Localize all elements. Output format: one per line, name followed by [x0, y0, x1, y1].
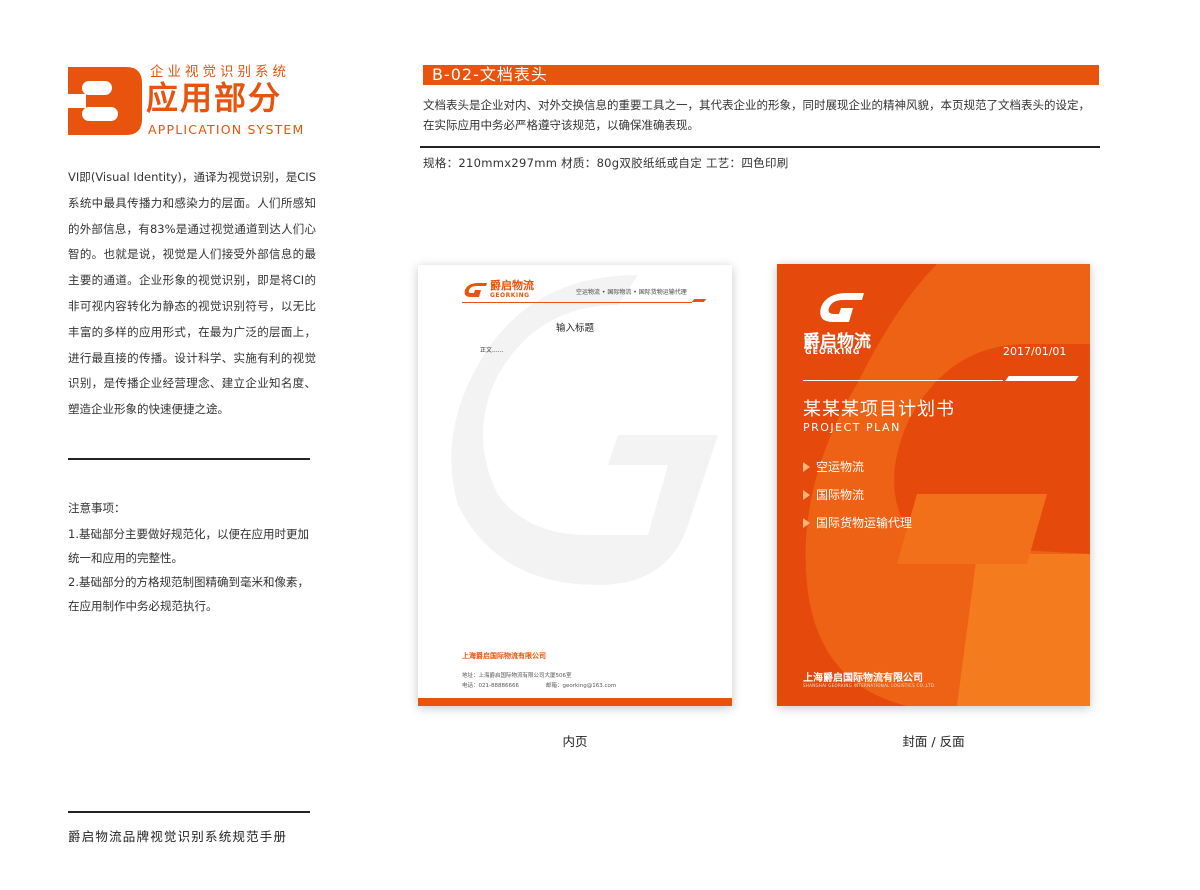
brand-name: 爵启物流: [490, 279, 534, 292]
spec-line: 规格：210mmx297mm 材质：80g双胶纸纸或自定 工艺：四色印刷: [423, 156, 789, 170]
header-subtitle: 企业视觉识别系统: [150, 64, 290, 80]
cover-caption: 封面 / 反面: [902, 734, 965, 749]
header-rule-accent: [691, 299, 707, 302]
cover-title: 某某某项目计划书: [803, 399, 955, 420]
cover-list-item: 国际物流: [803, 486, 864, 503]
cover-company-name: 上海爵启国际物流有限公司: [803, 673, 923, 684]
header-title: 应用部分: [146, 79, 283, 117]
inner-page-mockup: 爵启物流 GEORKING 空运物流 • 国际物流 • 国际货物运输代理 输入标…: [418, 265, 732, 706]
cover-mockup: 爵启物流 GEORKING 2017/01/01 某某某项目计划书 PROJEC…: [777, 264, 1090, 706]
intro-text: VI即(Visual Identity)，通译为视觉识别，是CIS系统中最具传播…: [68, 170, 316, 417]
cover-list-item: 空运物流: [803, 458, 864, 475]
header-rule: [462, 302, 692, 303]
footer-text: 爵启物流品牌视觉识别系统规范手册: [68, 829, 288, 844]
cover-list-item-label: 国际货物运输代理: [816, 516, 913, 530]
cover-title-en: PROJECT PLAN: [803, 421, 901, 434]
cover-rule: [803, 380, 1003, 381]
company-tel: 电话：021-88886666: [462, 683, 519, 689]
divider: [68, 458, 310, 460]
note-item: 1.基础部分主要做好规范化，以便在应用时更加统一和应用的完整性。: [68, 527, 309, 565]
cover-date: 2017/01/01: [1003, 345, 1067, 358]
cover-company-name-en: SHANGHAI GEORKING INTERNATIONAL LOGISTIC…: [803, 683, 936, 688]
company-email: 邮箱：georking@163.com: [546, 683, 617, 689]
company-address: 地址：上海爵启国际物流有限公司大厦506室: [462, 673, 572, 679]
doc-body: 正文......: [480, 347, 504, 354]
cover-rule-accent: [1005, 376, 1079, 381]
triangle-bullet-icon: [803, 518, 810, 528]
notes-title: 注意事项：: [68, 501, 126, 515]
doc-title: 输入标题: [555, 323, 594, 334]
brand-logo-icon: [464, 283, 487, 297]
services-line: 空运物流 • 国际物流 • 国际货物运输代理: [576, 289, 687, 296]
header-title-en: APPLICATION SYSTEM: [148, 122, 305, 137]
triangle-bullet-icon: [803, 462, 810, 472]
brand-name-en: GEORKING: [490, 292, 530, 299]
b-logo-icon: [68, 67, 142, 135]
brand-logo-icon: [820, 293, 864, 322]
inner-page-caption: 内页: [562, 734, 588, 749]
cover-list-item-label: 国际物流: [816, 488, 865, 502]
divider: [68, 811, 310, 813]
cover-list-item: 国际货物运输代理: [803, 514, 912, 531]
cover-list-item-label: 空运物流: [816, 460, 865, 474]
section-description: 文档表头是企业对内、对外交换信息的重要工具之一，其代表企业的形象，同时展现企业的…: [423, 98, 1090, 132]
notes-list: 1.基础部分主要做好规范化，以便在应用时更加统一和应用的完整性。 2.基础部分的…: [68, 522, 318, 618]
company-name: 上海爵启国际物流有限公司: [462, 652, 546, 660]
footer-bar: [418, 698, 732, 706]
triangle-bullet-icon: [803, 490, 810, 500]
brand-name-en: GEORKING: [805, 347, 861, 356]
divider: [420, 146, 1100, 148]
section-title: B-02-文档表头: [432, 65, 548, 84]
note-item: 2.基础部分的方格规范制图精确到毫米和像素，在应用制作中务必规范执行。: [68, 575, 309, 613]
